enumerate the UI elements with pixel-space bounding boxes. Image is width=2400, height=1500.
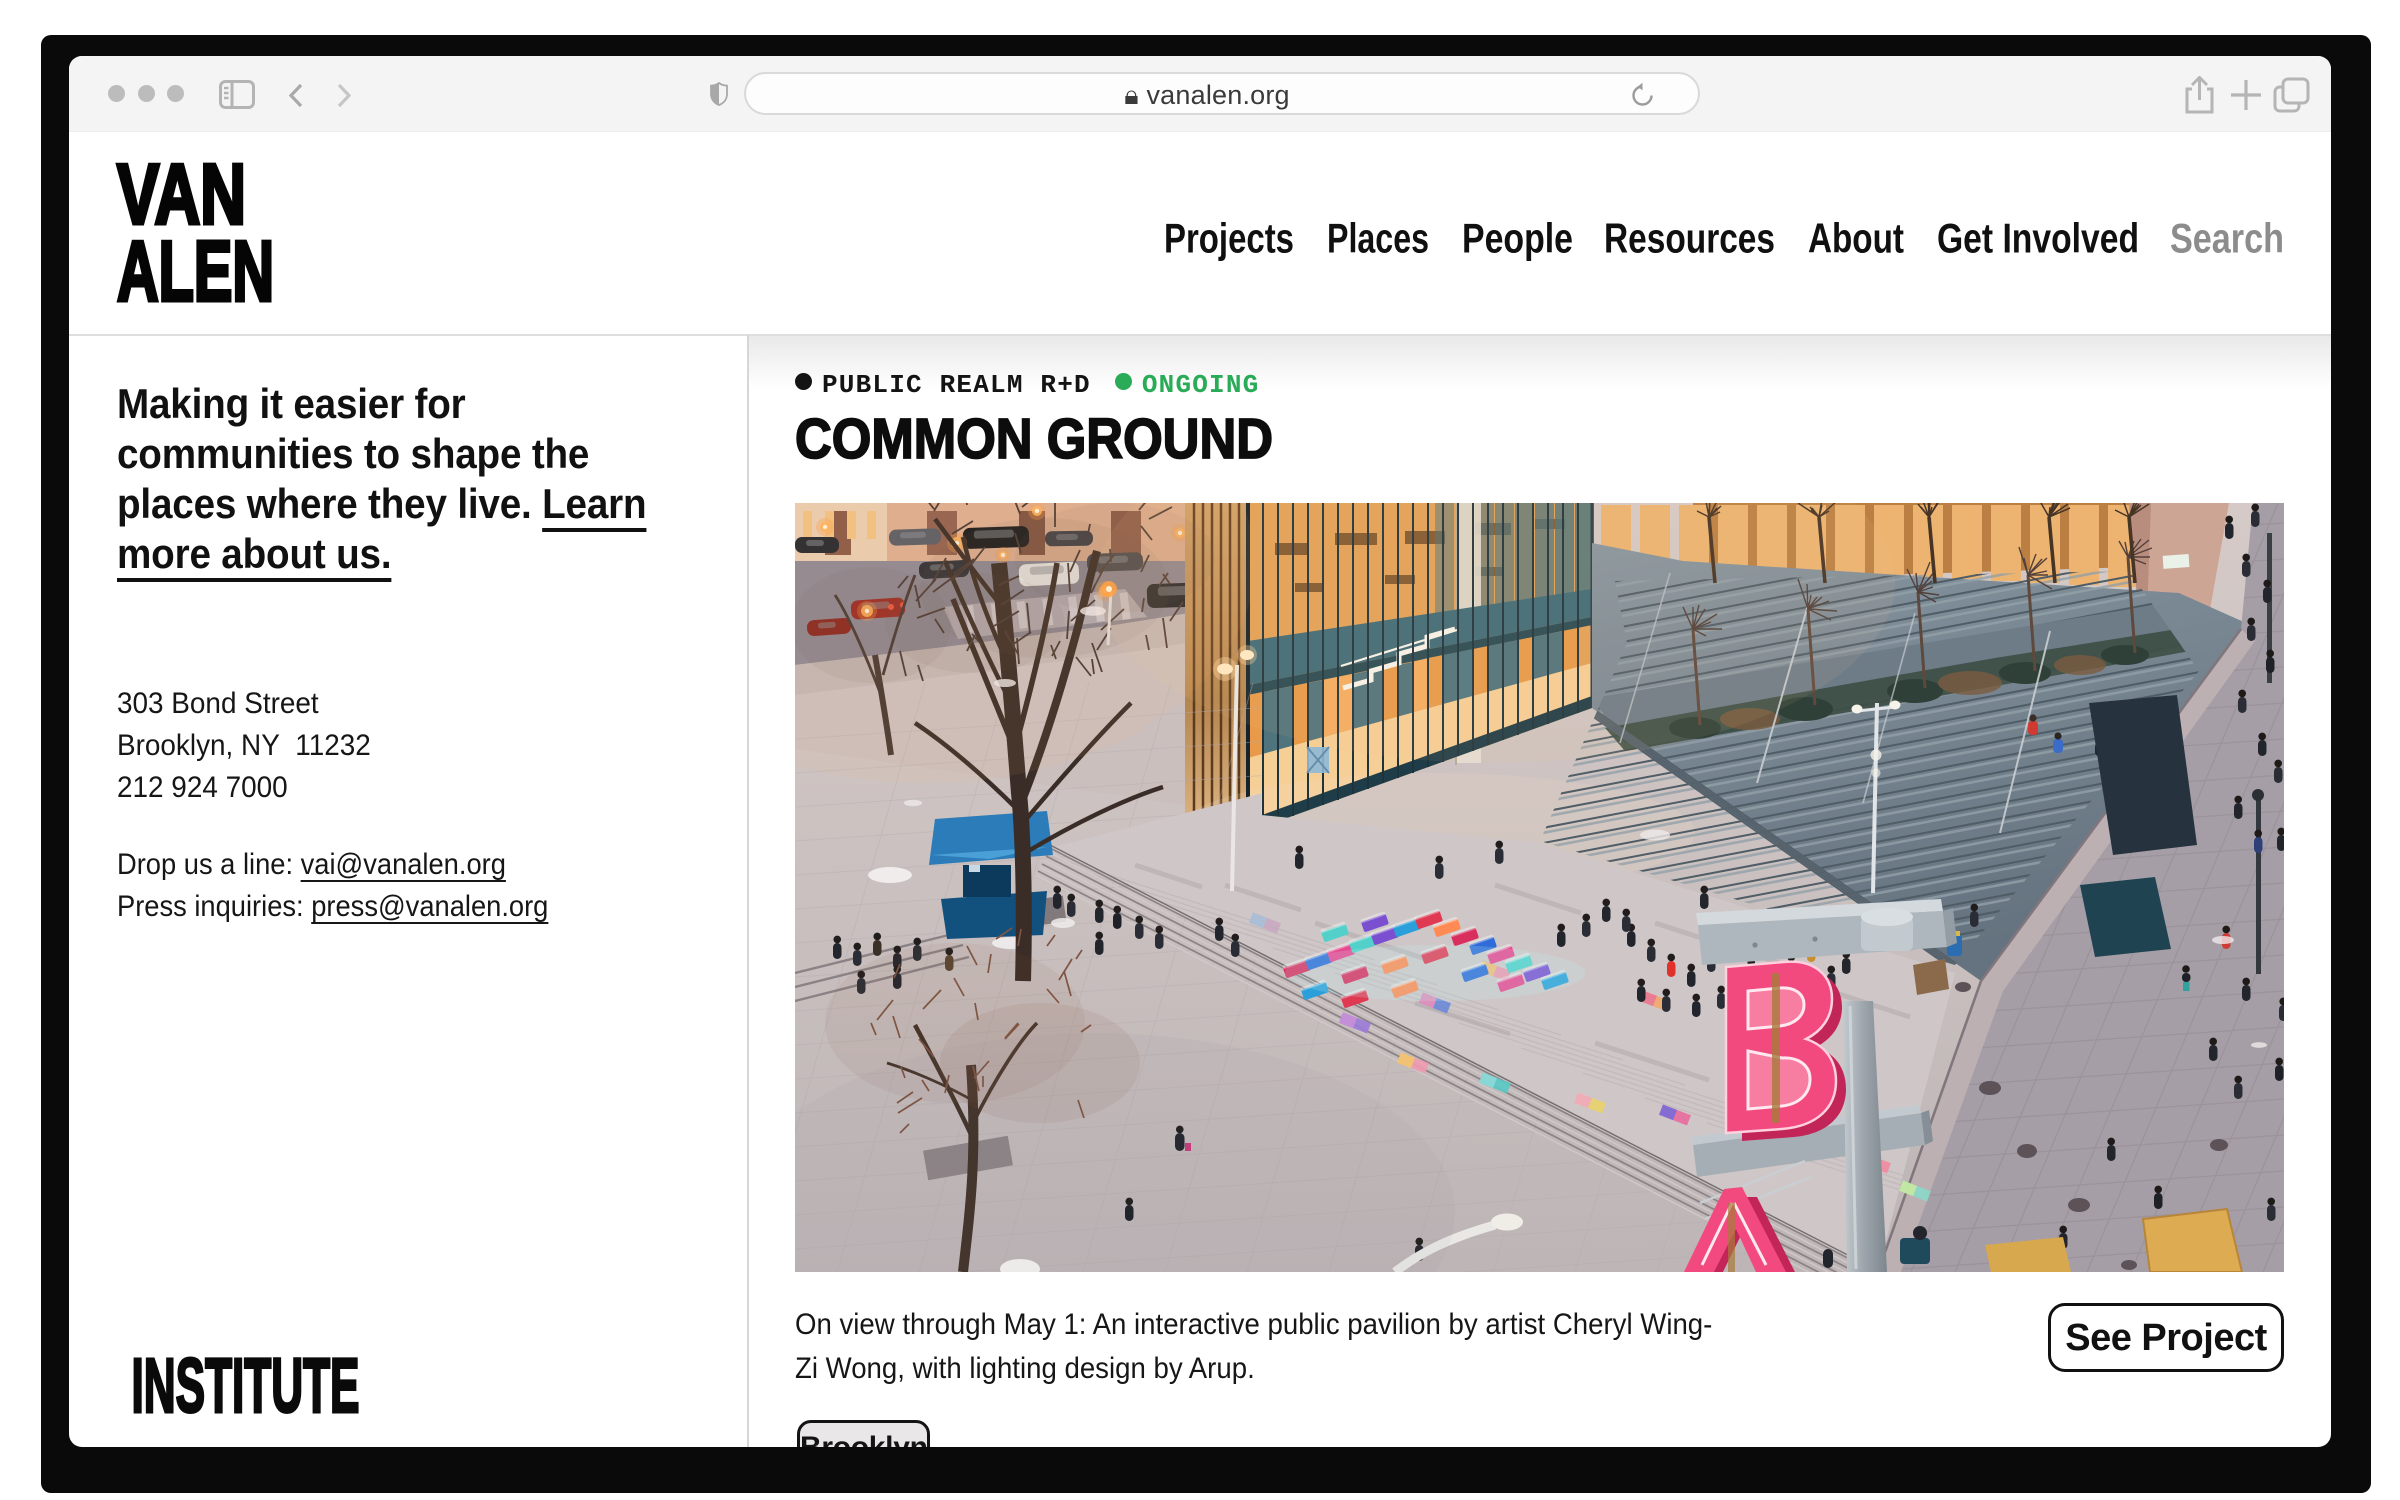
svg-text:Projects: Projects — [1164, 216, 1294, 262]
svg-text:Resources: Resources — [1604, 216, 1775, 262]
svg-text:About: About — [1808, 216, 1904, 262]
svg-text:Places: Places — [1327, 216, 1429, 262]
svg-text:COMMON GROUND: COMMON GROUND — [795, 407, 1273, 468]
svg-text:ALEN: ALEN — [117, 225, 274, 320]
svg-text:Search: Search — [2170, 216, 2284, 262]
svg-text:People: People — [1462, 216, 1573, 262]
svg-text:INSTITUTE: INSTITUTE — [132, 1352, 360, 1416]
svg-text:Get Involved: Get Involved — [1937, 216, 2139, 262]
